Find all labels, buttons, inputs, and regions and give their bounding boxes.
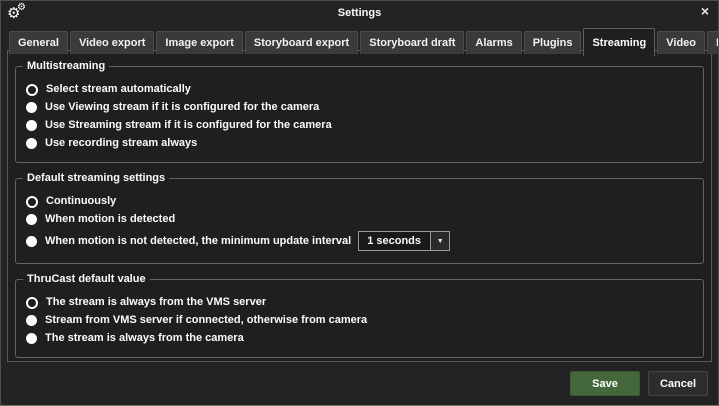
tab-streaming[interactable]: Streaming xyxy=(583,28,656,56)
radio-when-motion-detected[interactable]: When motion is detected xyxy=(26,213,693,226)
dialog-footer: Save Cancel xyxy=(570,371,708,396)
chevron-down-icon[interactable]: ▼ xyxy=(430,232,450,250)
gears-icon: ⚙ ⚙ xyxy=(7,2,26,22)
radio-icon[interactable] xyxy=(26,195,38,208)
group-default-streaming-settings: Default streaming settings Continuously … xyxy=(15,172,704,264)
tab-plugins[interactable]: Plugins xyxy=(523,31,582,54)
tab-alarms[interactable]: Alarms xyxy=(466,31,522,54)
radio-icon[interactable] xyxy=(26,102,37,113)
group-thrucast-default-value: ThruCast default value The stream is alw… xyxy=(15,273,704,358)
update-interval-value: 1 seconds xyxy=(367,235,422,247)
radio-icon[interactable] xyxy=(26,296,38,309)
tab-display[interactable]: Display xyxy=(707,31,718,54)
tab-storyboard-draft[interactable]: Storyboard draft xyxy=(360,31,465,54)
tab-image-export[interactable]: Image export xyxy=(156,31,243,54)
tab-video-export[interactable]: Video export xyxy=(69,31,155,54)
update-interval-select[interactable]: 1 seconds ▼ xyxy=(358,231,451,251)
window-title: Settings xyxy=(337,7,382,19)
cancel-button[interactable]: Cancel xyxy=(648,371,708,396)
tab-general[interactable]: General xyxy=(9,31,68,54)
radio-stream-always-camera[interactable]: The stream is always from the camera xyxy=(26,332,693,345)
radio-use-recording-stream[interactable]: Use recording stream always xyxy=(26,137,693,150)
radio-icon[interactable] xyxy=(26,83,38,96)
radio-when-motion-not-detected[interactable]: When motion is not detected, the minimum… xyxy=(26,231,693,251)
radio-continuously[interactable]: Continuously xyxy=(26,195,693,208)
radio-icon[interactable] xyxy=(26,138,37,149)
radio-use-viewing-stream[interactable]: Use Viewing stream if it is configured f… xyxy=(26,101,693,114)
group-multistreaming: Multistreaming Select stream automatical… xyxy=(15,60,704,163)
radio-icon[interactable] xyxy=(26,235,37,247)
title-bar: ⚙ ⚙ Settings × xyxy=(1,1,718,26)
radio-stream-always-vms-server[interactable]: The stream is always from the VMS server xyxy=(26,296,693,309)
group-title: Default streaming settings xyxy=(23,172,170,185)
tab-storyboard-export[interactable]: Storyboard export xyxy=(244,31,359,54)
close-icon[interactable]: × xyxy=(701,3,709,19)
radio-stream-vms-otherwise-camera[interactable]: Stream from VMS server if connected, oth… xyxy=(26,314,693,327)
tab-video[interactable]: Video xyxy=(657,31,706,54)
group-title: ThruCast default value xyxy=(23,273,150,286)
save-button[interactable]: Save xyxy=(570,371,640,396)
radio-icon[interactable] xyxy=(26,214,37,225)
tab-bar: General Video export Image export Storyb… xyxy=(9,28,718,56)
group-title: Multistreaming xyxy=(23,60,110,73)
settings-dialog: ⚙ ⚙ Settings × General Video export Imag… xyxy=(0,0,719,406)
radio-select-stream-automatically[interactable]: Select stream automatically xyxy=(26,83,693,96)
radio-use-streaming-stream[interactable]: Use Streaming stream if it is configured… xyxy=(26,119,693,132)
radio-icon[interactable] xyxy=(26,315,37,326)
radio-icon[interactable] xyxy=(26,120,37,131)
streaming-tab-panel: Multistreaming Select stream automatical… xyxy=(7,50,712,362)
radio-icon[interactable] xyxy=(26,333,37,344)
